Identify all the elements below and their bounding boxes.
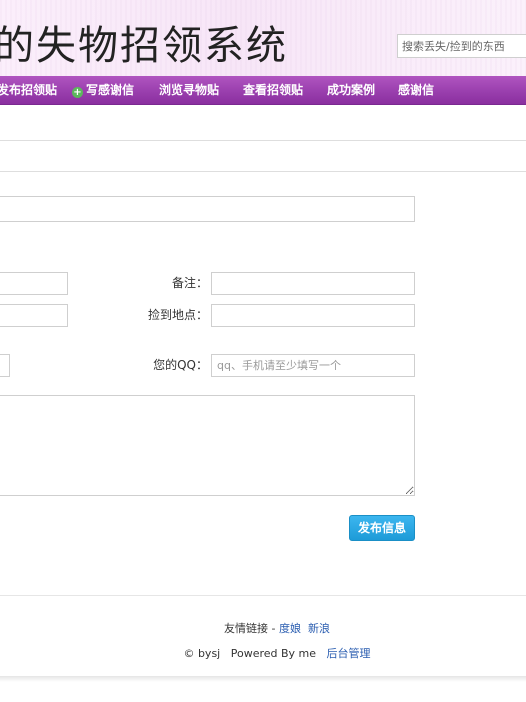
powered-by-text: Powered By me bbox=[230, 647, 317, 660]
pickup-location-label: 捡到地点： bbox=[147, 308, 208, 322]
description-textarea[interactable] bbox=[0, 395, 415, 496]
main-nav: 发布招领贴 + 写感谢信 浏览寻物贴 查看招领贴 成功案例 感谢信 bbox=[0, 76, 526, 105]
page: 的失物招领系统 发布招领贴 +写感谢信 浏览寻物贴 查看招领贴 成功案例 感谢信… bbox=[0, 0, 526, 702]
copyright-bar: © bysj Powered By me 后台管理 bbox=[0, 645, 526, 661]
contact-input[interactable] bbox=[0, 304, 68, 327]
date-input[interactable] bbox=[0, 354, 10, 377]
search-input[interactable] bbox=[397, 34, 526, 58]
divider bbox=[0, 140, 526, 141]
friend-links-label: 友情链接 - bbox=[224, 622, 279, 635]
qq-input[interactable] bbox=[211, 354, 415, 377]
page-bottom-shadow bbox=[0, 676, 526, 682]
site-title: 的失物招领系统 bbox=[0, 23, 288, 69]
nav-item-thank-letters[interactable]: 感谢信 bbox=[398, 76, 434, 104]
plus-circle-icon: + bbox=[72, 87, 83, 98]
friend-link-sina[interactable]: 新浪 bbox=[308, 622, 330, 635]
nav-item-label: 浏览寻物贴 bbox=[159, 83, 220, 97]
nav-item-publish-found[interactable]: 发布招领贴 bbox=[0, 76, 57, 104]
copyright-text: © bysj bbox=[183, 647, 221, 660]
admin-link[interactable]: 后台管理 bbox=[327, 647, 371, 660]
pickup-location-input[interactable] bbox=[211, 304, 415, 327]
nav-item-label: 成功案例 bbox=[327, 83, 376, 97]
header: 的失物招领系统 bbox=[0, 0, 526, 76]
divider bbox=[0, 171, 526, 172]
friend-link-duniang[interactable]: 度娘 bbox=[279, 622, 301, 635]
remark-label: 备注： bbox=[171, 276, 208, 290]
nav-item-view-found[interactable]: 查看招领贴 bbox=[243, 76, 303, 104]
nav-item-label: 发布招领贴 bbox=[0, 83, 58, 97]
nav-item-label: 写感谢信 bbox=[86, 83, 135, 97]
title-input[interactable] bbox=[0, 196, 415, 222]
nav-item-browse-lost[interactable]: 浏览寻物贴 bbox=[159, 76, 219, 104]
nav-item-label: 查看招领贴 bbox=[243, 83, 304, 97]
footer-divider bbox=[0, 595, 526, 596]
item-name-input[interactable] bbox=[0, 272, 68, 295]
nav-item-thank-letter-write[interactable]: + 写感谢信 bbox=[72, 76, 134, 104]
nav-item-success-cases[interactable]: 成功案例 bbox=[327, 76, 375, 104]
friend-links: 友情链接 - 度娘 新浪 bbox=[0, 620, 526, 636]
nav-item-label: 感谢信 bbox=[398, 83, 435, 97]
qq-label: 您的QQ： bbox=[153, 358, 208, 372]
publish-button[interactable]: 发布信息 bbox=[349, 515, 415, 541]
remark-input[interactable] bbox=[211, 272, 415, 295]
